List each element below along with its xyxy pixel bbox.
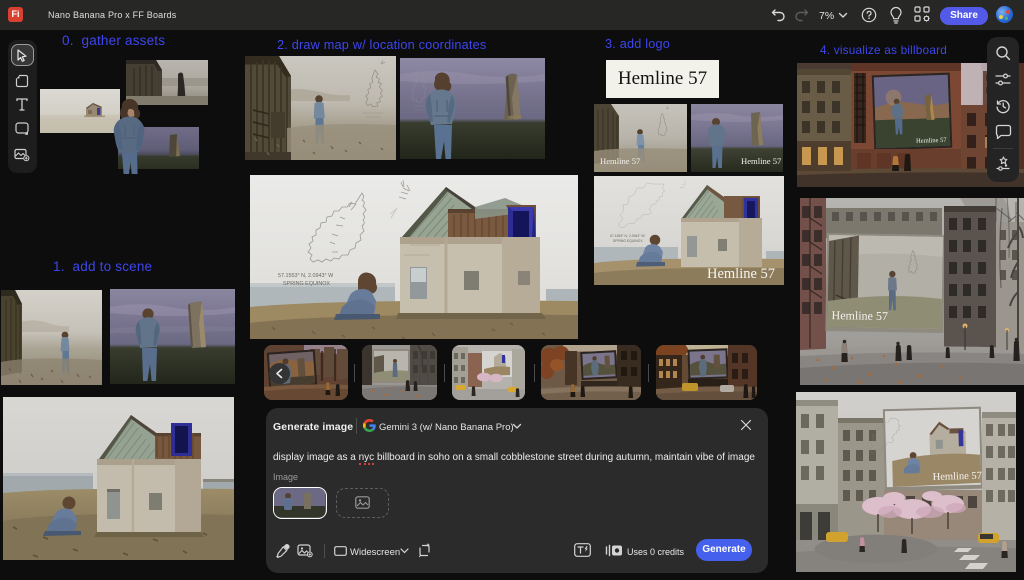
- svg-text:Hemline 57: Hemline 57: [916, 137, 947, 145]
- svg-text:57.1553° N, 2.0943° W: 57.1553° N, 2.0943° W: [278, 273, 334, 279]
- svg-text:57.1553° N, 2.0943° W: 57.1553° N, 2.0943° W: [610, 234, 646, 238]
- svg-text:Hemline 57: Hemline 57: [933, 471, 983, 483]
- svg-text:Hemline 57: Hemline 57: [600, 156, 641, 166]
- svg-text:Hemline 57: Hemline 57: [741, 156, 782, 166]
- svg-text:SPRING EQUINOX: SPRING EQUINOX: [283, 281, 330, 287]
- svg-text:Hemline 57: Hemline 57: [707, 266, 775, 282]
- svg-text:Hemline 57: Hemline 57: [831, 308, 888, 323]
- svg-text:SPRING EQUINOX: SPRING EQUINOX: [613, 239, 643, 243]
